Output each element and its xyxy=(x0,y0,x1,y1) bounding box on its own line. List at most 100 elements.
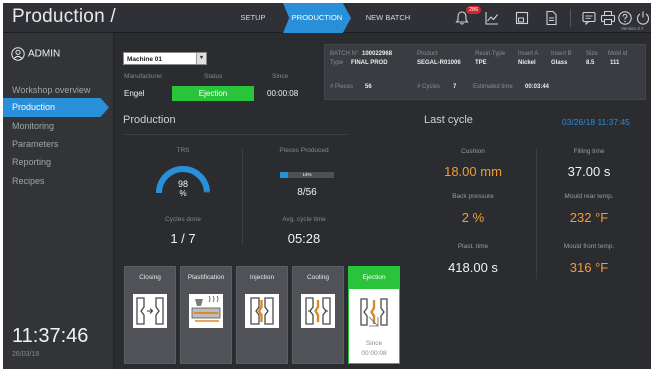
ejection-icon xyxy=(357,295,391,329)
print-icon[interactable] xyxy=(600,10,616,26)
insert-b-value: Glass xyxy=(551,60,568,66)
status-badge: Ejection xyxy=(172,86,254,101)
document-icon[interactable] xyxy=(543,10,559,26)
tab-new-batch[interactable]: NEW BATCH xyxy=(353,3,423,33)
top-bar: Production / SETUP PRODUCTION NEW BATCH … xyxy=(3,3,651,33)
cushion-value: 18.00 mm xyxy=(444,164,502,179)
insert-b-label: Insert B xyxy=(551,51,572,57)
tab-production[interactable]: PRODUCTION xyxy=(283,3,351,33)
cycles-value: 7 xyxy=(453,84,457,90)
phase-ejection-label: Ejection xyxy=(362,274,386,281)
power-icon[interactable] xyxy=(635,10,651,26)
sidebar-item-workshop-overview[interactable]: Workshop overview xyxy=(3,81,114,100)
sidebar-item-reporting[interactable]: Reporting xyxy=(3,153,114,172)
phase-plastification-label: Plastification xyxy=(187,274,225,281)
avg-cycle-time-label: Avg. cycle time xyxy=(282,216,326,223)
product-value: SEGAL-R01006 xyxy=(417,60,461,66)
phase-ejection-since-value: 00:00:08 xyxy=(361,350,387,357)
plast-time-label: Plast. time xyxy=(457,243,489,250)
insert-a-value: Nickel xyxy=(518,60,536,66)
app-window: Production / SETUP PRODUCTION NEW BATCH … xyxy=(3,3,651,369)
phase-ejection-since-label: Since xyxy=(365,340,383,347)
user-name: ADMIN xyxy=(28,48,61,60)
sidebar-item-parameters[interactable]: Parameters xyxy=(3,135,114,154)
phase-tile-ejection[interactable]: Ejection Since 00:00:08 xyxy=(348,266,400,364)
trs-label: TRS xyxy=(176,147,190,154)
avg-cycle-time-value: 05:28 xyxy=(287,231,321,246)
notification-badge: 286 xyxy=(466,6,482,14)
injection-icon xyxy=(245,294,279,328)
chart-icon[interactable] xyxy=(484,10,500,26)
manufacturer-label: Manufacturer xyxy=(124,73,163,80)
plastification-icon xyxy=(189,294,223,328)
machine-select-value: Machine 01 xyxy=(127,56,163,63)
resin-type-label: Resin Type xyxy=(475,51,505,57)
mould-rear-temp-label: Mould rear temp. xyxy=(564,193,614,200)
help-icon[interactable] xyxy=(617,10,633,26)
last-cycle-vertical-divider xyxy=(536,149,537,279)
resin-type-value: TPE xyxy=(475,60,487,66)
back-pressure-label: Back pressure xyxy=(452,193,494,200)
pieces-progress-bar: 14% xyxy=(280,172,334,178)
size-label: Size xyxy=(586,51,598,57)
manufacturer-value: Engel xyxy=(124,89,145,98)
production-vertical-divider xyxy=(242,149,243,245)
since-value: 00:00:08 xyxy=(267,89,299,98)
type-label: Type xyxy=(330,60,344,66)
machine-select[interactable]: Machine 01 ▾ xyxy=(123,52,207,65)
batch-number-label: BATCH N° xyxy=(330,51,359,57)
chat-icon[interactable] xyxy=(581,10,597,26)
batch-info-panel: BATCH N° 100022968 Type FINAL PROD Produ… xyxy=(324,44,646,100)
phase-tile-plastification[interactable]: Plastification xyxy=(180,266,232,364)
mold-id-value: 111 xyxy=(610,60,620,66)
production-divider xyxy=(123,134,348,135)
main-content: Machine 01 ▾ Manufacturer Status Since E… xyxy=(114,33,651,369)
cycles-done-value: 1 / 7 xyxy=(170,231,196,246)
user-icon xyxy=(11,47,25,61)
status-label: Status xyxy=(204,73,223,80)
pieces-produced-label: Pieces Produced xyxy=(279,147,329,154)
page-title: Production / xyxy=(12,6,116,27)
mold-id-label: Mold id xyxy=(608,51,628,57)
phase-tile-injection[interactable]: Injection xyxy=(236,266,288,364)
clock-time: 11:37:46 xyxy=(12,325,89,347)
sidebar-item-recipes[interactable]: Recipes xyxy=(3,172,114,191)
mould-rear-temp-value: 232 °F xyxy=(569,210,609,225)
sidebar-item-production[interactable]: Production xyxy=(3,98,109,117)
product-label: Product xyxy=(417,51,438,57)
since-label: Since xyxy=(272,73,289,80)
cycles-label: # Cycles xyxy=(417,84,441,90)
phase-closing-label: Closing xyxy=(139,274,161,281)
size-value: 8.5 xyxy=(586,60,595,66)
batch-number-value: 100022968 xyxy=(362,51,393,57)
pieces-label: # Pieces xyxy=(330,84,354,90)
filling-time-value: 37.00 s xyxy=(567,164,611,179)
user-row[interactable]: ADMIN xyxy=(11,47,60,61)
sidebar-item-monitoring[interactable]: Monitoring xyxy=(3,117,114,136)
last-cycle-timestamp: 03/26/18 11:37:45 xyxy=(562,117,630,127)
cooling-icon xyxy=(301,294,335,328)
closing-icon xyxy=(133,294,167,328)
filling-time-label: Filling time xyxy=(573,148,605,155)
report-icon[interactable] xyxy=(514,10,530,26)
back-pressure-value: 2 % xyxy=(461,210,485,225)
mould-front-temp-value: 316 °F xyxy=(569,260,609,275)
chevron-down-icon[interactable]: ▾ xyxy=(196,53,206,64)
phase-tile-cooling[interactable]: Cooling xyxy=(292,266,344,364)
phase-tile-closing[interactable]: Closing xyxy=(124,266,176,364)
sidebar: ADMIN Workshop overview Production Monit… xyxy=(3,33,114,369)
pieces-progress-label: 14% xyxy=(302,172,312,177)
phase-injection-label: Injection xyxy=(249,274,275,281)
clock-date: 26/03/18 xyxy=(12,351,40,358)
pieces-value: 56 xyxy=(365,84,372,90)
topbar-separator xyxy=(570,9,571,27)
trs-unit: % xyxy=(179,189,187,198)
type-value: FINAL PROD xyxy=(351,60,388,66)
estimated-time-value: 00:03:44 xyxy=(525,84,550,90)
estimated-time-label: Estimated time xyxy=(473,84,513,90)
tab-setup[interactable]: SETUP xyxy=(225,3,281,33)
phase-cooling-label: Cooling xyxy=(306,274,330,281)
pieces-produced-value: 8/56 xyxy=(297,187,317,198)
mould-front-temp-label: Mould front temp. xyxy=(563,243,615,250)
trs-value: 98 xyxy=(177,179,188,189)
